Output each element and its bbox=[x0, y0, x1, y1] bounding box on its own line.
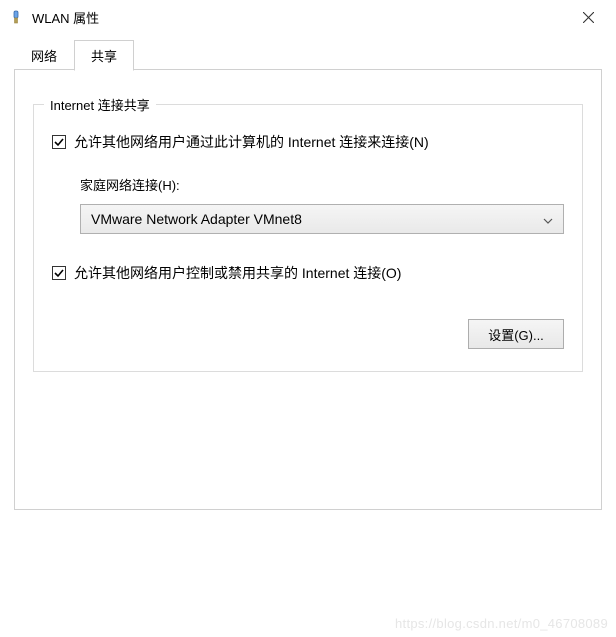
tab-label: 网络 bbox=[31, 49, 57, 64]
checkmark-icon bbox=[54, 268, 64, 278]
titlebar: WLAN 属性 bbox=[0, 0, 616, 34]
tab-strip: 网络 共享 bbox=[0, 34, 616, 70]
checkmark-icon bbox=[54, 137, 64, 147]
network-adapter-icon bbox=[8, 9, 24, 25]
checkbox-allow-connect[interactable] bbox=[52, 135, 66, 149]
field-home-network: 家庭网络连接(H): VMware Network Adapter VMnet8 bbox=[80, 175, 564, 234]
close-button[interactable] bbox=[568, 0, 608, 34]
group-legend: Internet 连接共享 bbox=[44, 95, 156, 114]
checkbox-allow-control[interactable] bbox=[52, 266, 66, 280]
watermark: https://blog.csdn.net/m0_46708089 bbox=[395, 616, 608, 631]
button-row: 设置(G)... bbox=[52, 319, 564, 349]
checkbox-row-allow-control: 允许其他网络用户控制或禁用共享的 Internet 连接(O) bbox=[52, 264, 564, 284]
home-network-select[interactable]: VMware Network Adapter VMnet8 bbox=[80, 204, 564, 234]
home-network-label: 家庭网络连接(H): bbox=[80, 175, 564, 194]
window-title: WLAN 属性 bbox=[32, 8, 99, 27]
tab-sharing[interactable]: 共享 bbox=[74, 40, 134, 71]
button-label: 设置(G)... bbox=[488, 325, 544, 344]
group-internet-connection-sharing: Internet 连接共享 允许其他网络用户通过此计算机的 Internet 连… bbox=[33, 104, 583, 372]
settings-button[interactable]: 设置(G)... bbox=[468, 319, 564, 349]
tab-content-sharing: Internet 连接共享 允许其他网络用户通过此计算机的 Internet 连… bbox=[14, 70, 602, 510]
tab-network[interactable]: 网络 bbox=[14, 40, 74, 70]
chevron-down-icon bbox=[543, 211, 553, 227]
checkbox-label-allow-connect: 允许其他网络用户通过此计算机的 Internet 连接来连接(N) bbox=[74, 133, 429, 153]
tab-label: 共享 bbox=[91, 49, 117, 64]
checkbox-label-allow-control: 允许其他网络用户控制或禁用共享的 Internet 连接(O) bbox=[74, 264, 401, 284]
select-value: VMware Network Adapter VMnet8 bbox=[91, 211, 302, 227]
checkbox-row-allow-connect: 允许其他网络用户通过此计算机的 Internet 连接来连接(N) bbox=[52, 133, 564, 153]
